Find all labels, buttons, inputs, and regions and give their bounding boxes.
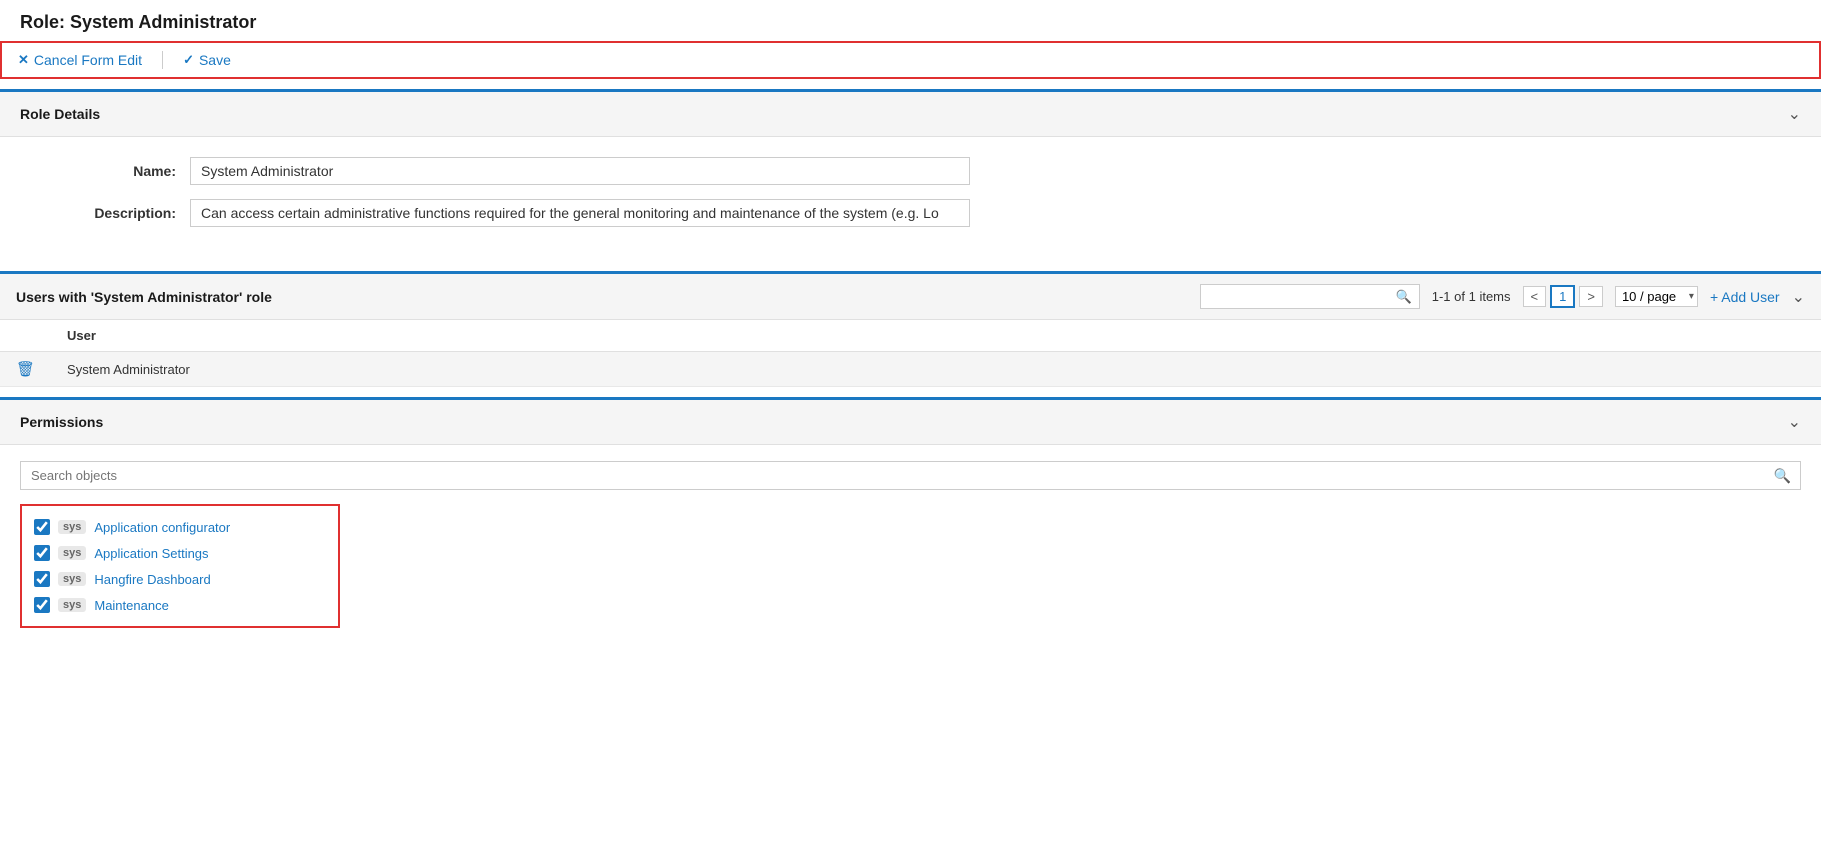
permission-checkbox[interactable] xyxy=(34,545,50,561)
perm-search-wrapper: 🔍 xyxy=(20,461,1801,490)
cancel-form-edit-button[interactable]: ✕ Cancel Form Edit xyxy=(18,52,142,68)
page-1-button[interactable]: 1 xyxy=(1550,285,1575,308)
description-row: Description: xyxy=(30,199,1791,227)
page-title-bar: Role: System Administrator xyxy=(0,0,1821,41)
col-action-header xyxy=(0,320,51,352)
save-button[interactable]: ✓ Save xyxy=(183,52,231,68)
permission-checkbox[interactable] xyxy=(34,597,50,613)
pagination-info: 1-1 of 1 items xyxy=(1432,289,1511,304)
check-icon: ✓ xyxy=(183,52,194,68)
add-user-button[interactable]: + Add User xyxy=(1710,289,1780,305)
description-input[interactable] xyxy=(190,199,970,227)
permissions-search-input[interactable] xyxy=(20,461,1801,490)
permission-item: sys Application Settings xyxy=(22,540,338,566)
users-search-icon: 🔍 xyxy=(1396,289,1412,305)
role-details-header[interactable]: Role Details ⌄ xyxy=(0,92,1821,137)
page-title: Role: System Administrator xyxy=(20,12,1801,33)
users-search-wrapper: 🔍 xyxy=(1200,284,1420,309)
toolbar-separator xyxy=(162,51,163,69)
users-section: Users with 'System Administrator' role 🔍… xyxy=(0,271,1821,387)
page-size-select[interactable]: 10 / page 20 / page 50 / page xyxy=(1615,286,1698,307)
toolbar: ✕ Cancel Form Edit ✓ Save xyxy=(0,41,1821,79)
permission-label: Application Settings xyxy=(94,546,208,561)
row-user-name: System Administrator xyxy=(51,352,1821,387)
table-row: 🗑 System Administrator xyxy=(0,352,1821,387)
permissions-body: 🔍 sys Application configurator sys Appli… xyxy=(0,445,1821,644)
x-icon: ✕ xyxy=(18,52,29,68)
users-section-chevron-icon: ⌄ xyxy=(1792,287,1805,307)
permission-tag: sys xyxy=(58,520,86,534)
cancel-label: Cancel Form Edit xyxy=(34,52,142,68)
page-wrapper: Role: System Administrator ✕ Cancel Form… xyxy=(0,0,1821,860)
role-details-body: Name: Description: xyxy=(0,137,1821,261)
permission-label: Application configurator xyxy=(94,520,230,535)
permissions-list: sys Application configurator sys Applica… xyxy=(20,504,340,628)
permission-checkbox[interactable] xyxy=(34,571,50,587)
description-label: Description: xyxy=(30,199,190,221)
name-label: Name: xyxy=(30,157,190,179)
users-search-input[interactable] xyxy=(1200,284,1420,309)
permissions-header[interactable]: Permissions ⌄ xyxy=(0,400,1821,445)
permission-item: sys Hangfire Dashboard xyxy=(22,566,338,592)
role-details-chevron-icon: ⌄ xyxy=(1788,104,1801,124)
delete-user-button[interactable]: 🗑 xyxy=(16,360,35,378)
permission-item: sys Application configurator xyxy=(22,514,338,540)
permission-item: sys Maintenance xyxy=(22,592,338,618)
prev-page-button[interactable]: < xyxy=(1523,286,1547,307)
permission-tag: sys xyxy=(58,546,86,560)
permission-label: Maintenance xyxy=(94,598,168,613)
permission-checkbox[interactable] xyxy=(34,519,50,535)
save-label: Save xyxy=(199,52,231,68)
permissions-chevron-icon: ⌄ xyxy=(1788,412,1801,432)
page-size-wrapper: 10 / page 20 / page 50 / page ▾ xyxy=(1615,286,1698,307)
users-header: Users with 'System Administrator' role 🔍… xyxy=(0,274,1821,320)
pagination-controls: < 1 > xyxy=(1523,285,1603,308)
permission-label: Hangfire Dashboard xyxy=(94,572,210,587)
next-page-button[interactable]: > xyxy=(1579,286,1603,307)
role-details-title: Role Details xyxy=(20,106,100,122)
name-input[interactable] xyxy=(190,157,970,185)
role-details-section: Role Details ⌄ Name: Description: xyxy=(0,89,1821,261)
col-user-header: User xyxy=(51,320,1821,352)
permission-tag: sys xyxy=(58,572,86,586)
row-delete-cell: 🗑 xyxy=(0,352,51,387)
permissions-section: Permissions ⌄ 🔍 sys Application configur… xyxy=(0,397,1821,644)
permission-tag: sys xyxy=(58,598,86,612)
permissions-search-icon: 🔍 xyxy=(1774,467,1791,484)
name-row: Name: xyxy=(30,157,1791,185)
users-section-title: Users with 'System Administrator' role xyxy=(16,289,1188,305)
users-table: User 🗑 System Administrator xyxy=(0,320,1821,387)
permissions-title: Permissions xyxy=(20,414,103,430)
